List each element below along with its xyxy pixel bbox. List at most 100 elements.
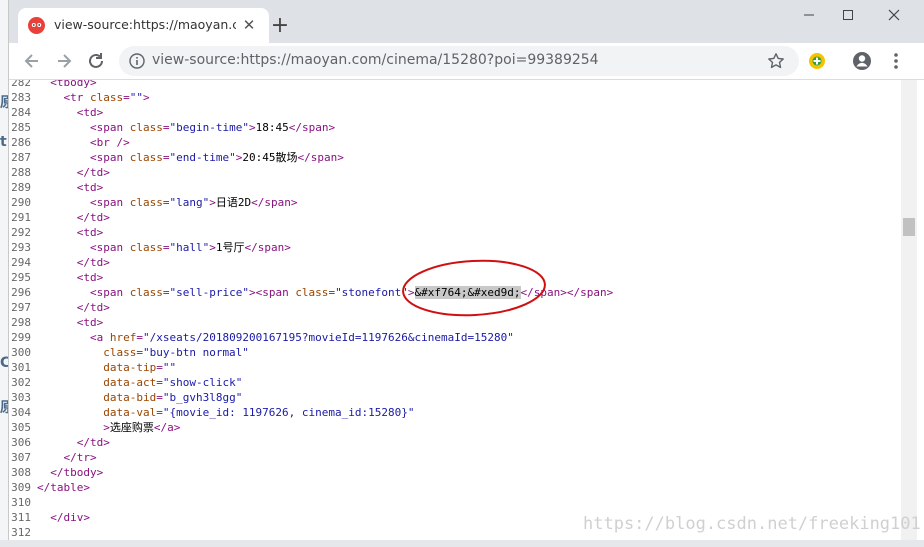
code-token: </td> bbox=[37, 166, 110, 179]
tab-strip: view-source:https://maoyan.cc ✕ + bbox=[9, 0, 924, 43]
url-text[interactable]: view-source:https://maoyan.com/cinema/15… bbox=[152, 52, 599, 68]
code-token: <span bbox=[37, 286, 130, 299]
code-token: > bbox=[142, 91, 150, 104]
line-code: <td> bbox=[37, 181, 104, 194]
line-code: </td> bbox=[37, 301, 110, 314]
line-code: </td> bbox=[37, 211, 110, 224]
source-line: 311 </div> bbox=[9, 510, 90, 525]
line-number: 312 bbox=[11, 526, 31, 539]
line-code: </tr> bbox=[37, 451, 96, 464]
line-code: class="buy-btn normal" bbox=[37, 346, 249, 359]
line-code: data-val="{movie_id: 1197626, cinema_id:… bbox=[37, 406, 415, 419]
address-bar[interactable]: view-source:https://maoyan.com/cinema/15… bbox=[119, 46, 799, 76]
code-token: class bbox=[129, 151, 163, 164]
minimize-button[interactable] bbox=[794, 4, 824, 28]
source-line: 285 <span class="begin-time">18:45</span… bbox=[9, 120, 335, 135]
code-token: </td> bbox=[37, 301, 110, 314]
source-line: 286 <br /> bbox=[9, 135, 130, 150]
code-token: "" bbox=[129, 91, 143, 104]
source-line: 308 </tbody> bbox=[9, 465, 103, 480]
line-number: 283 bbox=[11, 91, 31, 104]
line-number: 299 bbox=[11, 331, 31, 344]
code-token: <span bbox=[37, 151, 130, 164]
menu-kebab-icon[interactable] bbox=[885, 50, 907, 72]
code-token: data-tip bbox=[37, 361, 157, 374]
code-token: </tbody> bbox=[37, 466, 104, 479]
line-code: </td> bbox=[37, 256, 110, 269]
line-number: 285 bbox=[11, 121, 31, 134]
back-arrow-icon[interactable] bbox=[19, 48, 45, 74]
line-number: 302 bbox=[11, 376, 31, 389]
vertical-scrollbar[interactable] bbox=[901, 80, 917, 540]
line-code: data-bid="b_gvh3l8gg" bbox=[37, 391, 242, 404]
line-number: 308 bbox=[11, 466, 31, 479]
code-token: "b_gvh3l8gg" bbox=[162, 391, 243, 404]
line-code: <td> bbox=[37, 226, 104, 239]
source-line: 302 data-act="show-click" bbox=[9, 375, 242, 390]
close-window-button[interactable] bbox=[879, 4, 909, 28]
extension-icon[interactable] bbox=[806, 50, 828, 72]
line-code: <a href="/xseats/201809200167195?movieId… bbox=[37, 331, 514, 344]
line-number: 294 bbox=[11, 256, 31, 269]
code-token: = bbox=[156, 376, 163, 389]
tab-title: view-source:https://maoyan.cc bbox=[54, 17, 236, 32]
line-number: 307 bbox=[11, 451, 31, 464]
line-code: <span class="end-time">20:45散场</span> bbox=[37, 151, 344, 164]
maximize-button[interactable] bbox=[833, 4, 863, 28]
info-icon[interactable] bbox=[129, 53, 145, 69]
new-tab-button[interactable]: + bbox=[268, 15, 292, 39]
code-token: <td> bbox=[37, 316, 104, 329]
source-line: 300 class="buy-btn normal" bbox=[9, 345, 249, 360]
code-token: "hall" bbox=[169, 241, 210, 254]
code-token: "{movie_id: 1197626, cinema_id:15280}" bbox=[162, 406, 415, 419]
code-token: > bbox=[248, 121, 256, 134]
code-token: = bbox=[156, 391, 163, 404]
reload-icon[interactable] bbox=[83, 48, 109, 74]
line-number: 284 bbox=[11, 106, 31, 119]
star-icon[interactable] bbox=[767, 52, 785, 70]
tab-close-icon[interactable]: ✕ bbox=[241, 17, 257, 33]
code-token: </span> bbox=[288, 121, 336, 134]
source-line: 303 data-bid="b_gvh3l8gg" bbox=[9, 390, 242, 405]
source-line: 304 data-val="{movie_id: 1197626, cinema… bbox=[9, 405, 415, 420]
code-token: = bbox=[123, 91, 130, 104]
code-token: 日语2D bbox=[215, 196, 252, 209]
line-code: <span class="hall">1号厅</span> bbox=[37, 241, 291, 254]
line-code: </tbody> bbox=[37, 466, 103, 479]
line-code: <span class="lang">日语2D</span> bbox=[37, 196, 297, 209]
code-token: "begin-time" bbox=[169, 121, 249, 134]
line-code: data-act="show-click" bbox=[37, 376, 242, 389]
code-token: href bbox=[109, 331, 137, 344]
line-code: data-tip="" bbox=[37, 361, 176, 374]
line-code: <tr class=""> bbox=[37, 91, 150, 104]
code-token: <span bbox=[37, 241, 130, 254]
source-line: 309 </table> bbox=[9, 480, 90, 495]
line-number: 297 bbox=[11, 301, 31, 314]
line-number: 304 bbox=[11, 406, 31, 419]
line-code: </td> bbox=[37, 166, 110, 179]
code-token: "stonefont" bbox=[335, 286, 408, 299]
code-token: <td> bbox=[37, 181, 104, 194]
forward-arrow-icon[interactable] bbox=[51, 48, 77, 74]
line-number: 306 bbox=[11, 436, 31, 449]
code-token: "sell-price" bbox=[169, 286, 249, 299]
code-token: class bbox=[295, 286, 329, 299]
code-token: </div> bbox=[37, 511, 90, 524]
code-token: 选座购票 bbox=[109, 421, 154, 434]
line-number: 289 bbox=[11, 181, 31, 194]
account-icon[interactable] bbox=[851, 50, 873, 72]
scroll-thumb[interactable] bbox=[903, 218, 915, 236]
code-token: </td> bbox=[37, 436, 110, 449]
code-token: class bbox=[37, 346, 137, 359]
line-number: 298 bbox=[11, 316, 31, 329]
line-code: </td> bbox=[37, 436, 110, 449]
code-token: > bbox=[209, 196, 216, 209]
line-code: <td> bbox=[37, 316, 104, 329]
line-number: 301 bbox=[11, 361, 31, 374]
line-number: 311 bbox=[11, 511, 31, 524]
line-code: <br /> bbox=[37, 136, 130, 149]
line-code: </div> bbox=[37, 511, 90, 524]
line-number: 303 bbox=[11, 391, 31, 404]
tab-view-source[interactable]: view-source:https://maoyan.cc ✕ bbox=[18, 8, 269, 43]
code-token: data-bid bbox=[37, 391, 157, 404]
